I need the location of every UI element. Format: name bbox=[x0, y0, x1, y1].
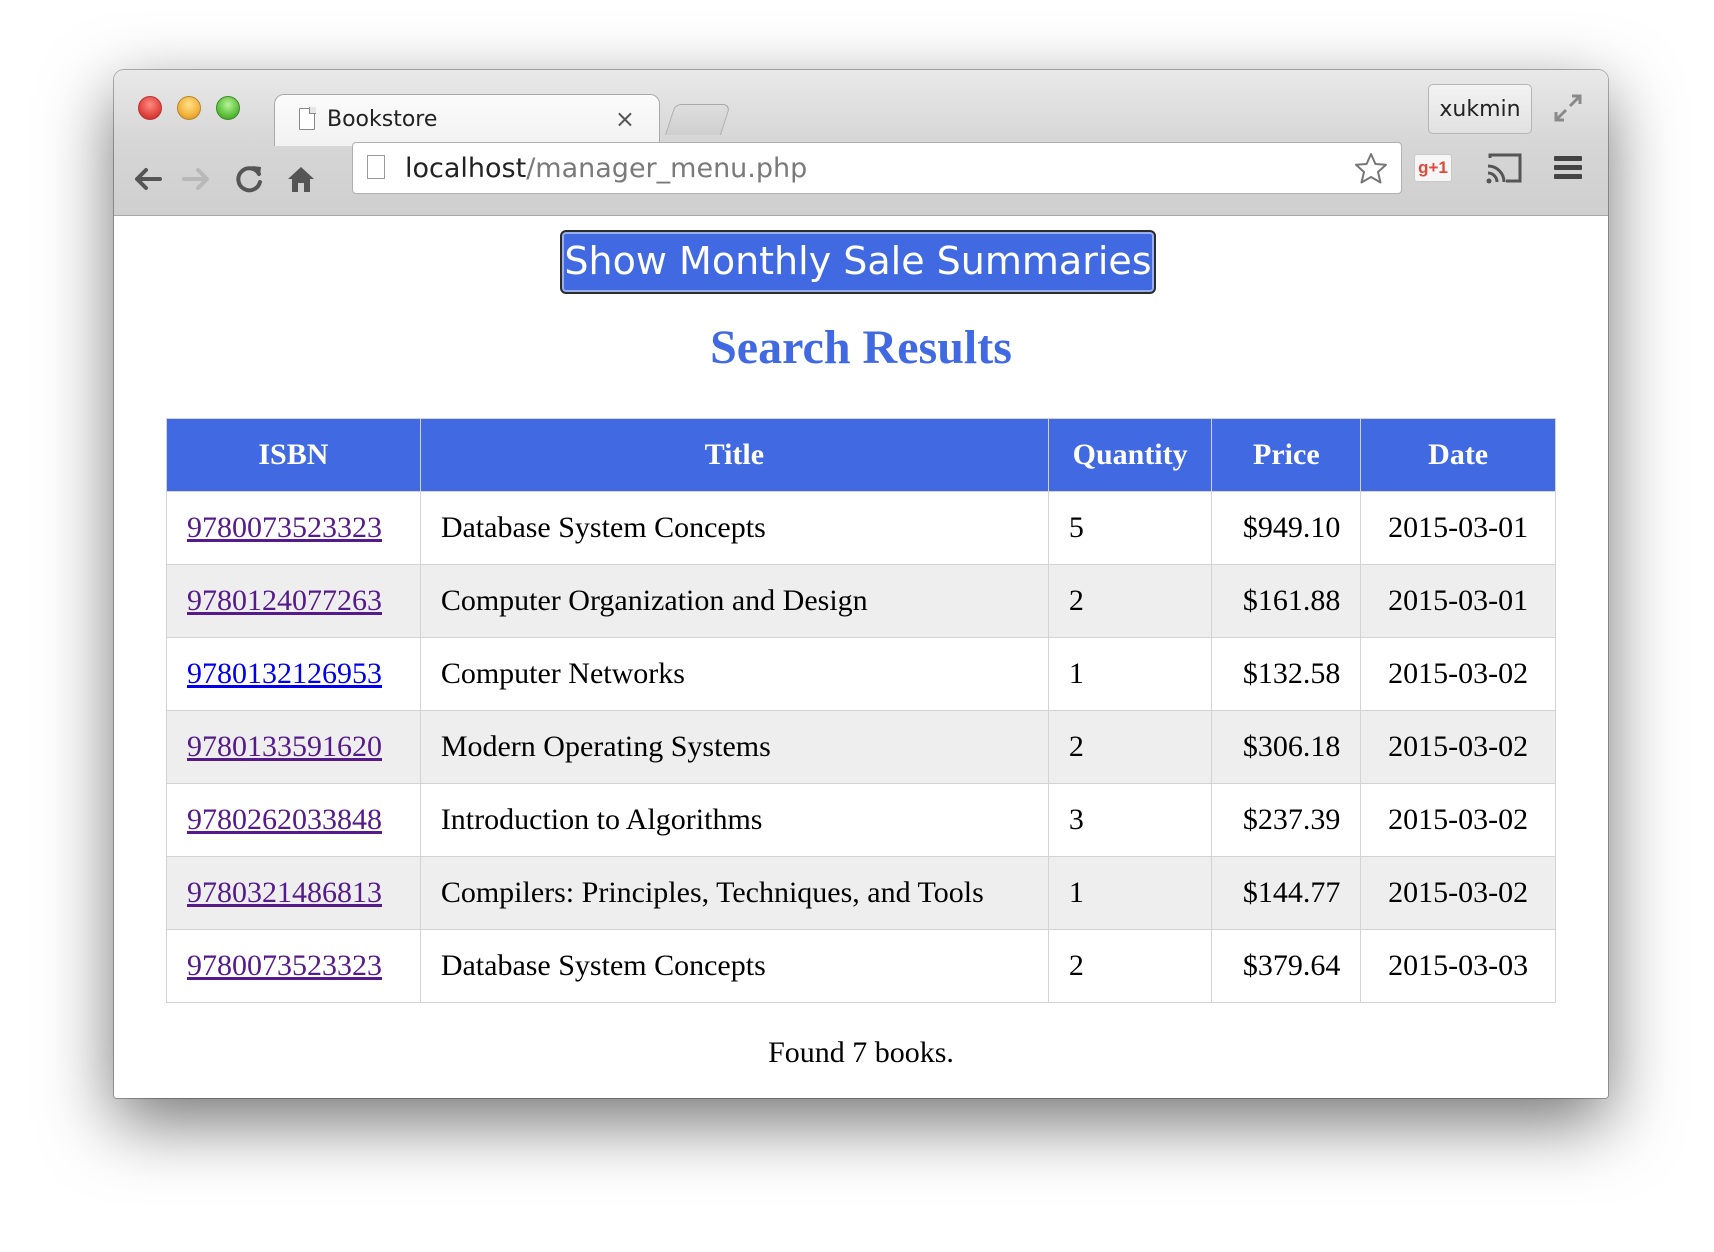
quantity-cell: 2 bbox=[1047, 564, 1213, 638]
page-content: Show Monthly Sale Summaries Search Resul… bbox=[114, 216, 1608, 1098]
page-icon bbox=[299, 108, 315, 130]
forward-icon[interactable] bbox=[180, 162, 214, 196]
date-cell: 2015-03-02 bbox=[1360, 856, 1556, 930]
header-date: Date bbox=[1360, 418, 1556, 492]
isbn-link[interactable]: 9780133591620 bbox=[187, 730, 382, 763]
reload-icon[interactable] bbox=[232, 162, 266, 196]
profile-button[interactable]: xukmin bbox=[1428, 84, 1532, 134]
isbn-link[interactable]: 9780073523323 bbox=[187, 511, 382, 544]
price-cell: $949.10 bbox=[1211, 491, 1362, 565]
price-cell: $132.58 bbox=[1211, 637, 1362, 711]
quantity-cell: 2 bbox=[1047, 929, 1213, 1003]
quantity-cell: 2 bbox=[1047, 710, 1213, 784]
header-isbn: ISBN bbox=[166, 418, 421, 492]
browser-window: Bookstore × xukmin localhost/manager_men… bbox=[114, 70, 1608, 1098]
tab-bookstore[interactable]: Bookstore × bbox=[274, 94, 660, 146]
cast-icon[interactable] bbox=[1484, 150, 1524, 186]
url-path: /manager_menu.php bbox=[526, 153, 808, 184]
header-quantity: Quantity bbox=[1047, 418, 1213, 492]
isbn-cell: 9780262033848 bbox=[166, 783, 421, 857]
table-row: 9780133591620 Modern Operating Systems 2… bbox=[166, 710, 1556, 784]
date-cell: 2015-03-02 bbox=[1360, 710, 1556, 784]
tab-close-icon[interactable]: × bbox=[615, 105, 635, 133]
title-cell: Compilers: Principles, Techniques, and T… bbox=[419, 856, 1049, 930]
isbn-cell: 9780133591620 bbox=[166, 710, 421, 784]
bookmark-star-icon[interactable] bbox=[1353, 151, 1389, 187]
close-window-button[interactable] bbox=[138, 96, 162, 120]
table-row: 9780073523323 Database System Concepts 5… bbox=[166, 491, 1556, 565]
minimize-window-button[interactable] bbox=[177, 96, 201, 120]
home-icon[interactable] bbox=[284, 162, 318, 196]
price-cell: $306.18 bbox=[1211, 710, 1362, 784]
price-cell: $379.64 bbox=[1211, 929, 1362, 1003]
date-cell: 2015-03-02 bbox=[1360, 637, 1556, 711]
browser-chrome: Bookstore × xukmin localhost/manager_men… bbox=[114, 70, 1608, 216]
isbn-link[interactable]: 9780073523323 bbox=[187, 949, 382, 982]
title-cell: Computer Networks bbox=[419, 637, 1049, 711]
quantity-cell: 1 bbox=[1047, 856, 1213, 930]
table-row: 9780132126953 Computer Networks 1 $132.5… bbox=[166, 637, 1556, 711]
new-tab-button[interactable] bbox=[664, 104, 732, 135]
tab-title: Bookstore bbox=[327, 107, 438, 132]
table-header-row: ISBN Title Quantity Price Date bbox=[166, 418, 1556, 492]
isbn-cell: 9780124077263 bbox=[166, 564, 421, 638]
isbn-cell: 9780321486813 bbox=[166, 856, 421, 930]
isbn-cell: 9780132126953 bbox=[166, 637, 421, 711]
google-plus-icon[interactable]: g+1 bbox=[1414, 154, 1452, 182]
fullscreen-icon[interactable] bbox=[1550, 90, 1586, 126]
date-cell: 2015-03-03 bbox=[1360, 929, 1556, 1003]
header-title: Title bbox=[419, 418, 1049, 492]
price-cell: $161.88 bbox=[1211, 564, 1362, 638]
results-count: Found 7 books. bbox=[768, 1036, 954, 1069]
page-icon bbox=[367, 155, 385, 179]
page-title: Search Results bbox=[710, 321, 1012, 374]
quantity-cell: 3 bbox=[1047, 783, 1213, 857]
isbn-link[interactable]: 9780132126953 bbox=[187, 657, 382, 690]
results-table: ISBN Title Quantity Price Date 978007352… bbox=[166, 418, 1556, 1003]
table-row: 9780262033848 Introduction to Algorithms… bbox=[166, 783, 1556, 857]
zoom-window-button[interactable] bbox=[216, 96, 240, 120]
table-row: 9780321486813 Compilers: Principles, Tec… bbox=[166, 856, 1556, 930]
menu-icon[interactable] bbox=[1550, 150, 1586, 186]
title-cell: Modern Operating Systems bbox=[419, 710, 1049, 784]
table-row: 9780073523323 Database System Concepts 2… bbox=[166, 929, 1556, 1003]
title-cell: Introduction to Algorithms bbox=[419, 783, 1049, 857]
title-cell: Database System Concepts bbox=[419, 491, 1049, 565]
url-host: localhost bbox=[405, 153, 527, 184]
price-cell: $144.77 bbox=[1211, 856, 1362, 930]
isbn-link[interactable]: 9780321486813 bbox=[187, 876, 382, 909]
header-price: Price bbox=[1211, 418, 1362, 492]
show-monthly-summaries-button[interactable]: Show Monthly Sale Summaries bbox=[560, 230, 1156, 294]
date-cell: 2015-03-01 bbox=[1360, 564, 1556, 638]
title-cell: Computer Organization and Design bbox=[419, 564, 1049, 638]
isbn-cell: 9780073523323 bbox=[166, 929, 421, 1003]
price-cell: $237.39 bbox=[1211, 783, 1362, 857]
url-text[interactable]: localhost/manager_menu.php bbox=[405, 153, 807, 184]
quantity-cell: 5 bbox=[1047, 491, 1213, 565]
window-controls bbox=[138, 96, 240, 120]
title-cell: Database System Concepts bbox=[419, 929, 1049, 1003]
address-bar[interactable]: localhost/manager_menu.php bbox=[352, 142, 1402, 194]
isbn-link[interactable]: 9780124077263 bbox=[187, 584, 382, 617]
isbn-cell: 9780073523323 bbox=[166, 491, 421, 565]
date-cell: 2015-03-01 bbox=[1360, 491, 1556, 565]
table-row: 9780124077263 Computer Organization and … bbox=[166, 564, 1556, 638]
date-cell: 2015-03-02 bbox=[1360, 783, 1556, 857]
back-icon[interactable] bbox=[130, 162, 164, 196]
isbn-link[interactable]: 9780262033848 bbox=[187, 803, 382, 836]
quantity-cell: 1 bbox=[1047, 637, 1213, 711]
